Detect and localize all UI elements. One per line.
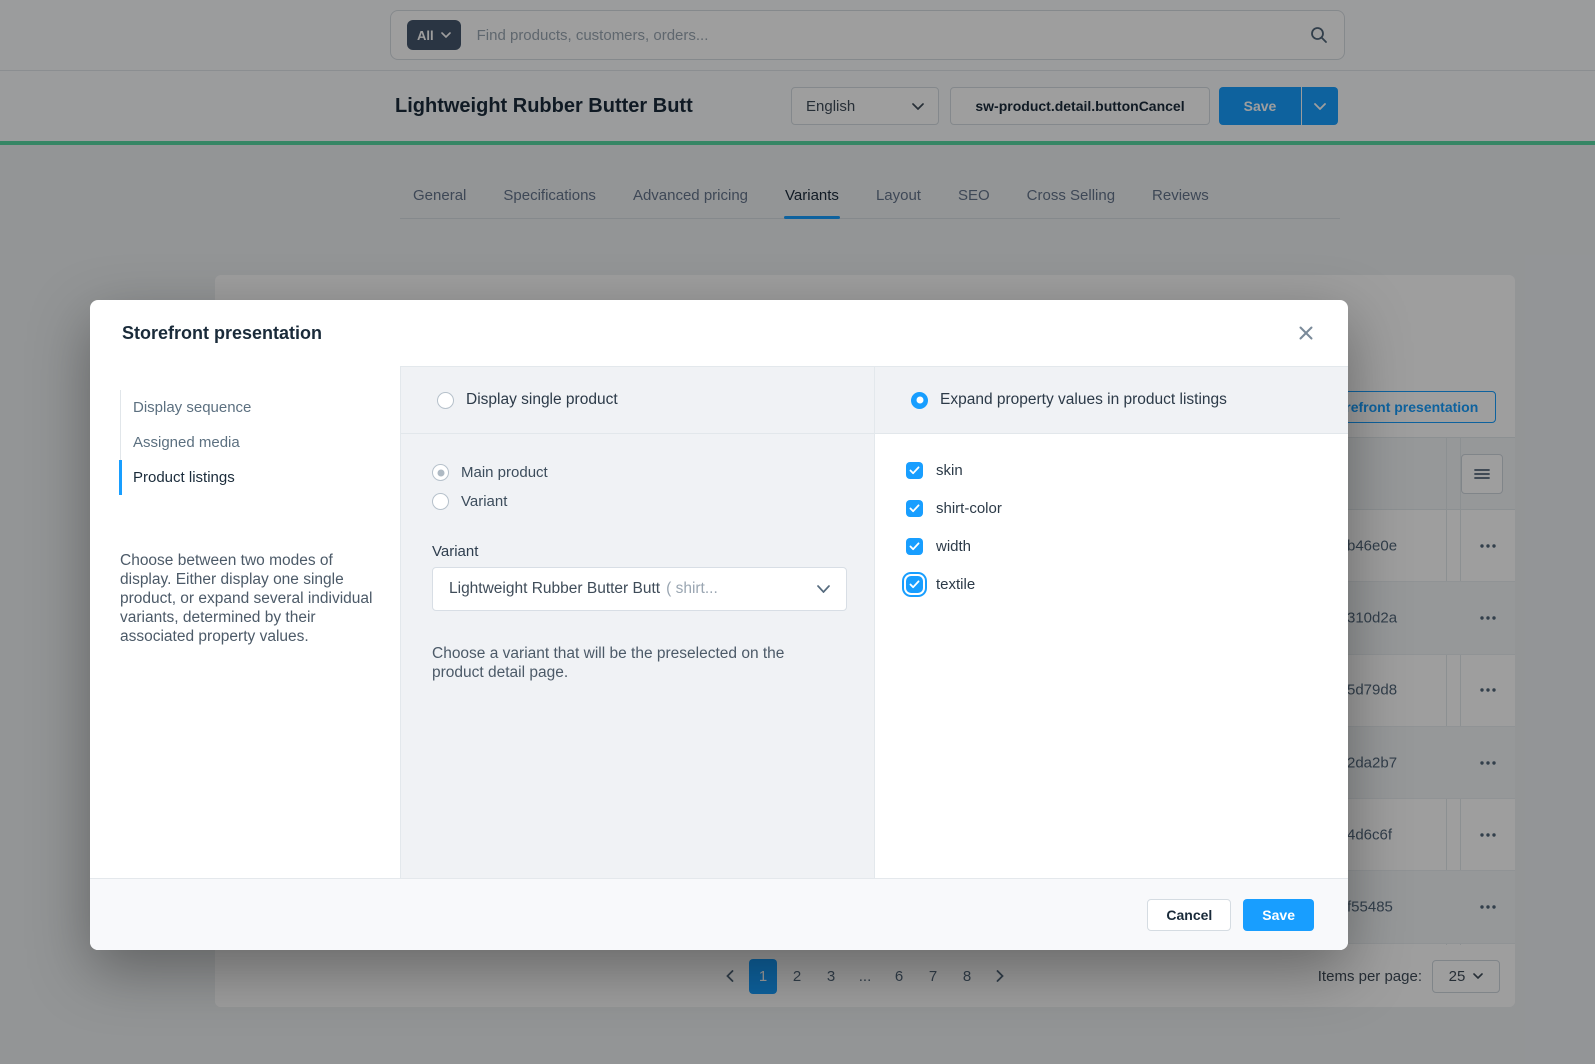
sidebar-item-product-listings[interactable]: Product listings <box>121 460 374 495</box>
modal-footer: Cancel Save <box>90 878 1348 950</box>
display-single-product-label: Display single product <box>466 391 618 409</box>
variant-select-value: Lightweight Rubber Butter Butt <box>449 580 660 598</box>
modal-body: Display sequence Assigned media Product … <box>90 366 1348 878</box>
single-product-body: Main product Variant Variant Lightweight… <box>401 434 874 878</box>
variant-field-label: Variant <box>432 543 844 560</box>
variant-radio-label: Variant <box>461 493 507 510</box>
expand-property-values-radio[interactable] <box>911 392 928 409</box>
modal-title: Storefront presentation <box>122 323 322 344</box>
property-checkbox-skin[interactable] <box>906 462 923 479</box>
variant-select-hint: ( shirt... <box>666 580 718 598</box>
close-icon[interactable] <box>1294 321 1318 345</box>
mode-description: Choose between two modes of display. Eit… <box>120 551 374 646</box>
property-label: width <box>936 538 971 555</box>
main-product-label: Main product <box>461 464 548 481</box>
storefront-presentation-modal: Storefront presentation Display sequence… <box>90 300 1348 950</box>
variant-select[interactable]: Lightweight Rubber Butter Butt ( shirt..… <box>432 567 847 611</box>
property-checkbox-width[interactable] <box>906 538 923 555</box>
display-single-product-radio[interactable] <box>437 392 454 409</box>
expand-property-values-label: Expand property values in product listin… <box>940 391 1227 409</box>
modal-save-button[interactable]: Save <box>1243 899 1314 931</box>
product-detail-page: All Find products, customers, orders... … <box>0 0 1595 1064</box>
property-checkbox-shirt-color[interactable] <box>906 500 923 517</box>
chevron-down-icon <box>817 585 830 593</box>
single-product-mode-header: Display single product <box>401 367 874 434</box>
property-label: textile <box>936 576 975 593</box>
expand-properties-body: skin shirt-color width textile <box>875 434 1348 878</box>
modal-main: Display single product Main product Vari… <box>400 366 1348 878</box>
sidebar-item-display-sequence[interactable]: Display sequence <box>121 390 374 425</box>
variant-radio[interactable] <box>432 493 449 510</box>
expand-mode-header: Expand property values in product listin… <box>875 367 1348 434</box>
main-product-radio[interactable] <box>432 464 449 481</box>
modal-sidebar: Display sequence Assigned media Product … <box>90 366 400 878</box>
modal-header: Storefront presentation <box>90 300 1348 366</box>
expand-properties-column: Expand property values in product listin… <box>874 367 1348 878</box>
modal-cancel-button[interactable]: Cancel <box>1147 899 1231 931</box>
property-checkbox-textile[interactable] <box>906 576 923 593</box>
variant-helper-text: Choose a variant that will be the presel… <box>432 644 832 682</box>
property-label: skin <box>936 462 963 479</box>
sidebar-item-assigned-media[interactable]: Assigned media <box>121 425 374 460</box>
property-label: shirt-color <box>936 500 1002 517</box>
single-product-column: Display single product Main product Vari… <box>401 367 874 878</box>
